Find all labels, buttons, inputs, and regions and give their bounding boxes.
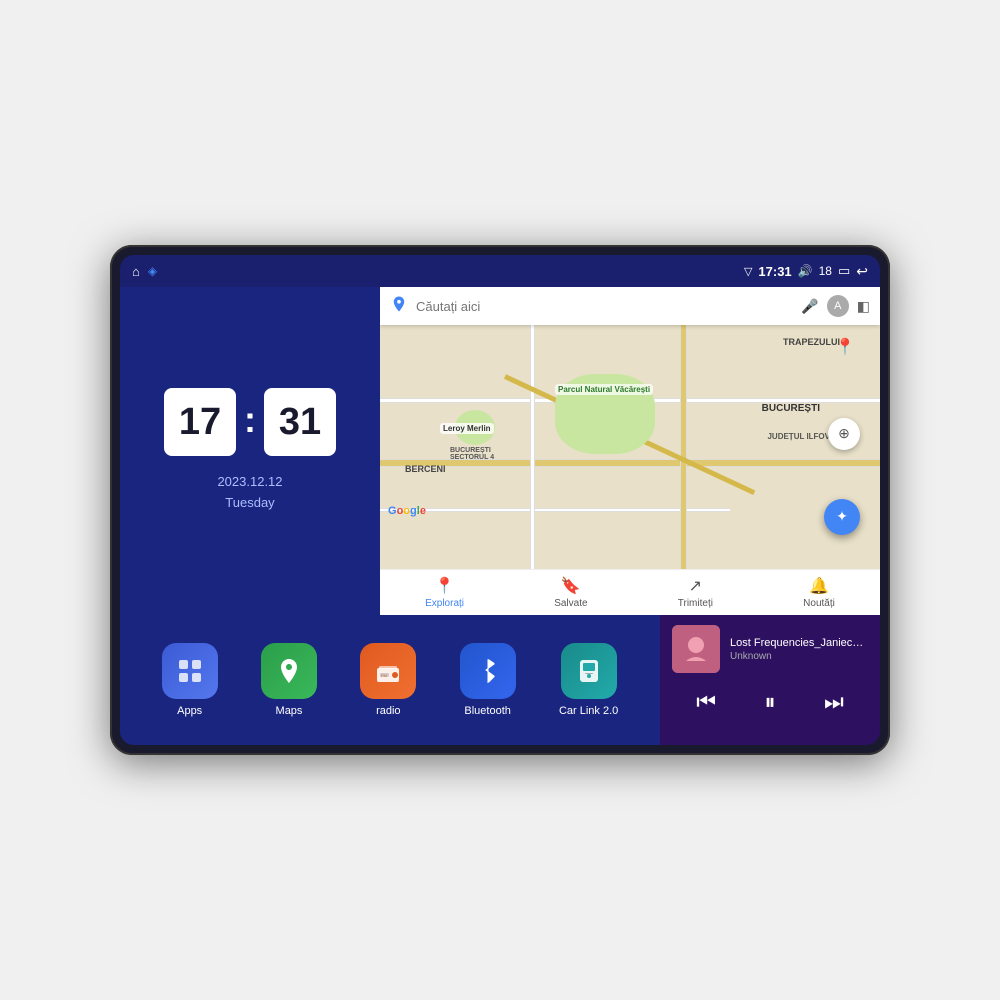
- music-top: Lost Frequencies_Janieck Devy-... Unknow…: [672, 625, 868, 673]
- map-label-leroy: Leroy Merlin: [440, 423, 494, 434]
- svg-text:FM: FM: [381, 673, 387, 678]
- google-logo: Google: [388, 505, 426, 517]
- clock-minutes: 31: [264, 388, 336, 456]
- volume-level: 18: [819, 264, 832, 278]
- navigate-fab[interactable]: ✦: [824, 499, 860, 535]
- music-title: Lost Frequencies_Janieck Devy-...: [730, 637, 868, 649]
- compass-button[interactable]: ⊕: [828, 418, 860, 450]
- clock-panel: 17 : 31 2023.12.12 Tuesday: [120, 287, 380, 615]
- voice-search-icon[interactable]: 🎤: [801, 298, 818, 315]
- signal-icon: ▽: [744, 265, 752, 278]
- app-item-radio[interactable]: FM radio: [360, 643, 416, 717]
- google-maps-logo-icon: [390, 295, 408, 318]
- radio-icon: FM: [360, 643, 416, 699]
- map-background: TRAPEZULUI BUCUREȘTI JUDEȚUL ILFOV BERCE…: [380, 325, 880, 569]
- map-label-ilfov: JUDEȚUL ILFOV: [767, 432, 830, 441]
- map-label-bucuresti: BUCUREȘTI: [762, 403, 820, 414]
- volume-icon: 🔊: [798, 264, 813, 278]
- map-search-bar: 🎤 A ◧: [380, 287, 880, 325]
- map-nav-saved[interactable]: 🔖 Salvate: [554, 576, 587, 609]
- time-display: 17:31: [758, 264, 791, 279]
- maps-label: Maps: [276, 705, 303, 717]
- maps-icon[interactable]: ◈: [148, 264, 157, 278]
- status-bar-right: ▽ 17:31 🔊 18 ▭ ↩: [744, 263, 868, 280]
- map-nav-news[interactable]: 🔔 Noutăți: [803, 576, 835, 609]
- app-item-carlink[interactable]: Car Link 2.0: [559, 643, 618, 717]
- location-pin-icon: 📍: [835, 337, 855, 357]
- music-artist: Unknown: [730, 651, 868, 662]
- app-item-apps[interactable]: Apps: [162, 643, 218, 717]
- clock-day: Tuesday: [217, 493, 282, 514]
- layers-icon[interactable]: ◧: [857, 298, 870, 315]
- battery-icon: ▭: [838, 263, 850, 279]
- radio-label: radio: [376, 705, 400, 717]
- app-item-bluetooth[interactable]: Bluetooth: [460, 643, 516, 717]
- map-body[interactable]: TRAPEZULUI BUCUREȘTI JUDEȚUL ILFOV BERCE…: [380, 325, 880, 569]
- explore-icon: 📍: [435, 576, 455, 596]
- send-icon: ↗: [689, 576, 702, 596]
- home-icon[interactable]: ⌂: [132, 264, 140, 279]
- news-icon: 🔔: [809, 576, 829, 596]
- map-nav-explore-label: Explorați: [425, 598, 464, 609]
- back-icon[interactable]: ↩: [856, 263, 868, 280]
- map-nav-saved-label: Salvate: [554, 598, 587, 609]
- maps-app-icon: [261, 643, 317, 699]
- map-bottom-nav: 📍 Explorați 🔖 Salvate ↗ Trimiteți 🔔: [380, 569, 880, 615]
- clock-date-info: 2023.12.12 Tuesday: [217, 472, 282, 514]
- top-section: 17 : 31 2023.12.12 Tuesday: [120, 287, 880, 615]
- map-nav-explore[interactable]: 📍 Explorați: [425, 576, 464, 609]
- device-screen: ⌂ ◈ ▽ 17:31 🔊 18 ▭ ↩ 17 :: [120, 255, 880, 745]
- music-panel: Lost Frequencies_Janieck Devy-... Unknow…: [660, 615, 880, 745]
- status-bar: ⌂ ◈ ▽ 17:31 🔊 18 ▭ ↩: [120, 255, 880, 287]
- apps-icon: [162, 643, 218, 699]
- map-search-actions: 🎤 A ◧: [801, 295, 870, 317]
- carlink-label: Car Link 2.0: [559, 705, 618, 717]
- map-nav-send-label: Trimiteți: [678, 598, 713, 609]
- map-search-input[interactable]: [416, 299, 793, 314]
- music-prev-button[interactable]: ⏮: [692, 685, 720, 719]
- apps-label: Apps: [177, 705, 202, 717]
- main-content: 17 : 31 2023.12.12 Tuesday: [120, 287, 880, 745]
- music-info: Lost Frequencies_Janieck Devy-... Unknow…: [730, 637, 868, 662]
- clock-display: 17 : 31: [164, 388, 336, 456]
- status-bar-left: ⌂ ◈: [132, 264, 157, 279]
- carlink-icon: [561, 643, 617, 699]
- saved-icon: 🔖: [561, 576, 581, 596]
- clock-hours: 17: [164, 388, 236, 456]
- bluetooth-label: Bluetooth: [464, 705, 510, 717]
- music-play-button[interactable]: ⏸: [760, 685, 779, 719]
- music-controls: ⏮ ⏸ ⏭: [672, 681, 868, 723]
- app-item-maps[interactable]: Maps: [261, 643, 317, 717]
- map-panel[interactable]: 🎤 A ◧: [380, 287, 880, 615]
- apps-panel: Apps Maps: [120, 615, 660, 745]
- device-frame: ⌂ ◈ ▽ 17:31 🔊 18 ▭ ↩ 17 :: [110, 245, 890, 755]
- music-thumbnail: [672, 625, 720, 673]
- clock-colon: :: [244, 399, 256, 441]
- clock-date: 2023.12.12: [217, 472, 282, 493]
- map-nav-send[interactable]: ↗ Trimiteți: [678, 576, 713, 609]
- map-nav-news-label: Noutăți: [803, 598, 835, 609]
- map-label-trapezului: TRAPEZULUI: [783, 337, 840, 347]
- account-icon[interactable]: A: [827, 295, 849, 317]
- bluetooth-icon: [460, 643, 516, 699]
- map-label-parc: Parcul Natural Văcărești: [555, 384, 653, 395]
- map-label-sector4: BUCUREȘTISECTORUL 4: [450, 447, 494, 461]
- map-label-berceni: BERCENI: [405, 464, 446, 474]
- music-next-button[interactable]: ⏭: [820, 685, 848, 719]
- bottom-section: Apps Maps: [120, 615, 880, 745]
